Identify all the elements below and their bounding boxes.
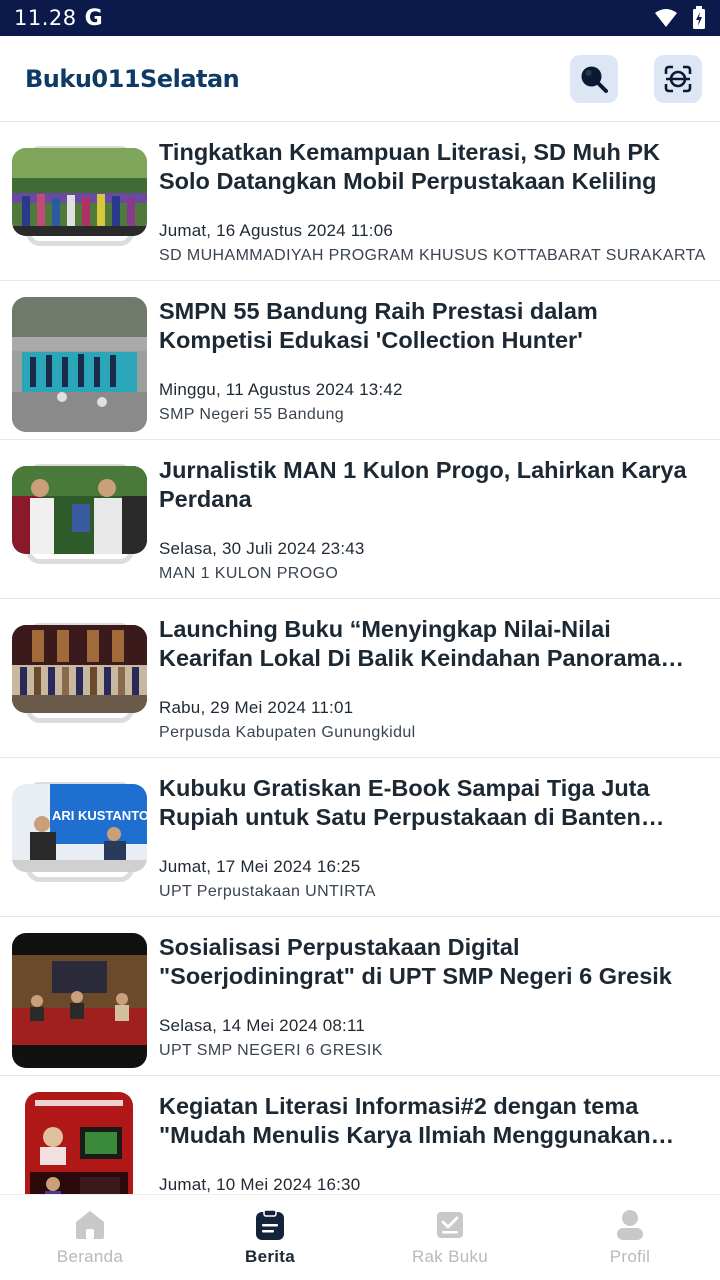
news-item[interactable]: Launching Buku “Menyingkap Nilai-Nilai K…	[0, 599, 720, 758]
news-item[interactable]: Jurnalistik MAN 1 Kulon Progo, Lahirkan …	[0, 440, 720, 599]
news-item[interactable]: ARI KUSTANTO Kubuku Gratiskan E-Book Sam…	[0, 758, 720, 917]
news-source: SD MUHAMMADIYAH PROGRAM KHUSUS KOTTABARA…	[159, 247, 706, 264]
nav-label: Profil	[609, 1247, 651, 1266]
news-item[interactable]: SMPN 55 Bandung Raih Prestasi dalam Komp…	[0, 281, 720, 440]
app-title: Buku011Selatan	[25, 64, 240, 93]
home-icon	[76, 1211, 104, 1239]
news-item[interactable]: Tingkatkan Kemampuan Literasi, SD Muh PK…	[0, 122, 720, 281]
news-text: SMPN 55 Bandung Raih Prestasi dalam Komp…	[159, 297, 710, 439]
app-bar: Buku011Selatan	[0, 36, 720, 122]
news-image	[12, 297, 147, 432]
news-text: Launching Buku “Menyingkap Nilai-Nilai K…	[159, 615, 710, 757]
news-title: Kegiatan Literasi Informasi#2 dengan tem…	[159, 1093, 651, 1148]
news-thumbnail	[12, 138, 147, 273]
nav-item-profil[interactable]: Profil	[540, 1195, 720, 1280]
status-right	[654, 6, 706, 30]
nav-item-berita[interactable]: Berita	[180, 1195, 360, 1280]
status-left: 11.28 G	[14, 6, 103, 31]
banner-name-text: ARI KUSTANTO	[52, 808, 147, 823]
news-image	[25, 1092, 133, 1194]
news-text: Kubuku Gratiskan E-Book Sampai Tiga Juta…	[159, 774, 710, 916]
news-thumbnail	[12, 933, 147, 1068]
nav-label: Beranda	[56, 1247, 124, 1266]
news-list[interactable]: Tingkatkan Kemampuan Literasi, SD Muh PK…	[0, 122, 720, 1194]
news-text: Sosialisasi Perpustakaan Digital "Soerjo…	[159, 933, 710, 1075]
news-image	[12, 466, 147, 554]
news-image	[12, 148, 147, 236]
news-icon	[256, 1209, 284, 1240]
news-date: Jumat, 17 Mei 2024 16:25	[159, 857, 361, 876]
news-thumbnail	[12, 456, 147, 591]
wifi-icon	[655, 9, 677, 27]
news-thumbnail	[12, 1092, 147, 1194]
news-title: Launching Buku “Menyingkap Nilai-Nilai K…	[159, 616, 661, 671]
news-date: Selasa, 30 Juli 2024 23:43	[159, 539, 365, 558]
news-date: Minggu, 11 Agustus 2024 13:42	[159, 380, 403, 399]
news-thumbnail	[12, 615, 147, 750]
bottom-nav: Beranda Berita Rak Buku Profil	[0, 1194, 720, 1280]
news-source: Perpusda Kabupaten Gunungkidul	[159, 724, 416, 741]
news-text: Jurnalistik MAN 1 Kulon Progo, Lahirkan …	[159, 456, 710, 598]
news-date: Rabu, 29 Mei 2024 11:01	[159, 698, 354, 717]
news-title: Tingkatkan Kemampuan Literasi, SD Muh PK…	[159, 139, 661, 194]
news-date: Selasa, 14 Mei 2024 08:11	[159, 1016, 365, 1035]
news-text: Kegiatan Literasi Informasi#2 dengan tem…	[159, 1092, 710, 1194]
news-source: UPT SMP NEGERI 6 GRESIK	[159, 1042, 383, 1059]
nav-label: Berita	[245, 1247, 295, 1266]
news-title: SMPN 55 Bandung Raih Prestasi dalam Komp…	[159, 298, 598, 353]
news-item[interactable]: Sosialisasi Perpustakaan Digital "Soerjo…	[0, 917, 720, 1076]
battery-icon	[693, 6, 705, 29]
news-text: Tingkatkan Kemampuan Literasi, SD Muh PK…	[159, 138, 710, 280]
profile-icon	[617, 1210, 643, 1240]
news-source: MAN 1 KULON PROGO	[159, 565, 339, 582]
status-bar: 11.28 G	[0, 0, 720, 36]
scan-icon	[664, 65, 692, 92]
news-source: UPT Perpustakaan UNTIRTA	[159, 883, 376, 900]
news-source: SMP Negeri 55 Bandung	[159, 406, 345, 423]
news-image	[12, 625, 147, 713]
bookshelf-icon	[437, 1212, 463, 1238]
news-item[interactable]: Kegiatan Literasi Informasi#2 dengan tem…	[0, 1076, 720, 1194]
news-date: Jumat, 16 Agustus 2024 11:06	[159, 221, 394, 240]
news-image: ARI KUSTANTO	[12, 784, 147, 872]
nav-item-rak-buku[interactable]: Rak Buku	[360, 1195, 540, 1280]
news-title: Jurnalistik MAN 1 Kulon Progo, Lahirkan …	[159, 457, 687, 512]
news-image	[12, 933, 147, 1068]
scan-button[interactable]	[654, 54, 702, 103]
nav-item-beranda[interactable]: Beranda	[0, 1195, 180, 1280]
nav-label: Rak Buku	[411, 1247, 489, 1266]
google-icon: G	[84, 5, 104, 31]
search-icon	[581, 66, 608, 93]
news-title: Sosialisasi Perpustakaan Digital "Soerjo…	[159, 934, 672, 989]
news-thumbnail	[12, 297, 147, 432]
search-button[interactable]	[570, 54, 618, 103]
news-thumbnail: ARI KUSTANTO	[12, 774, 147, 909]
clock: 11.28	[14, 6, 77, 30]
news-date: Jumat, 10 Mei 2024 16:30	[159, 1175, 361, 1194]
news-title: Kubuku Gratiskan E-Book Sampai Tiga Juta…	[159, 775, 650, 830]
app-actions	[570, 54, 702, 103]
